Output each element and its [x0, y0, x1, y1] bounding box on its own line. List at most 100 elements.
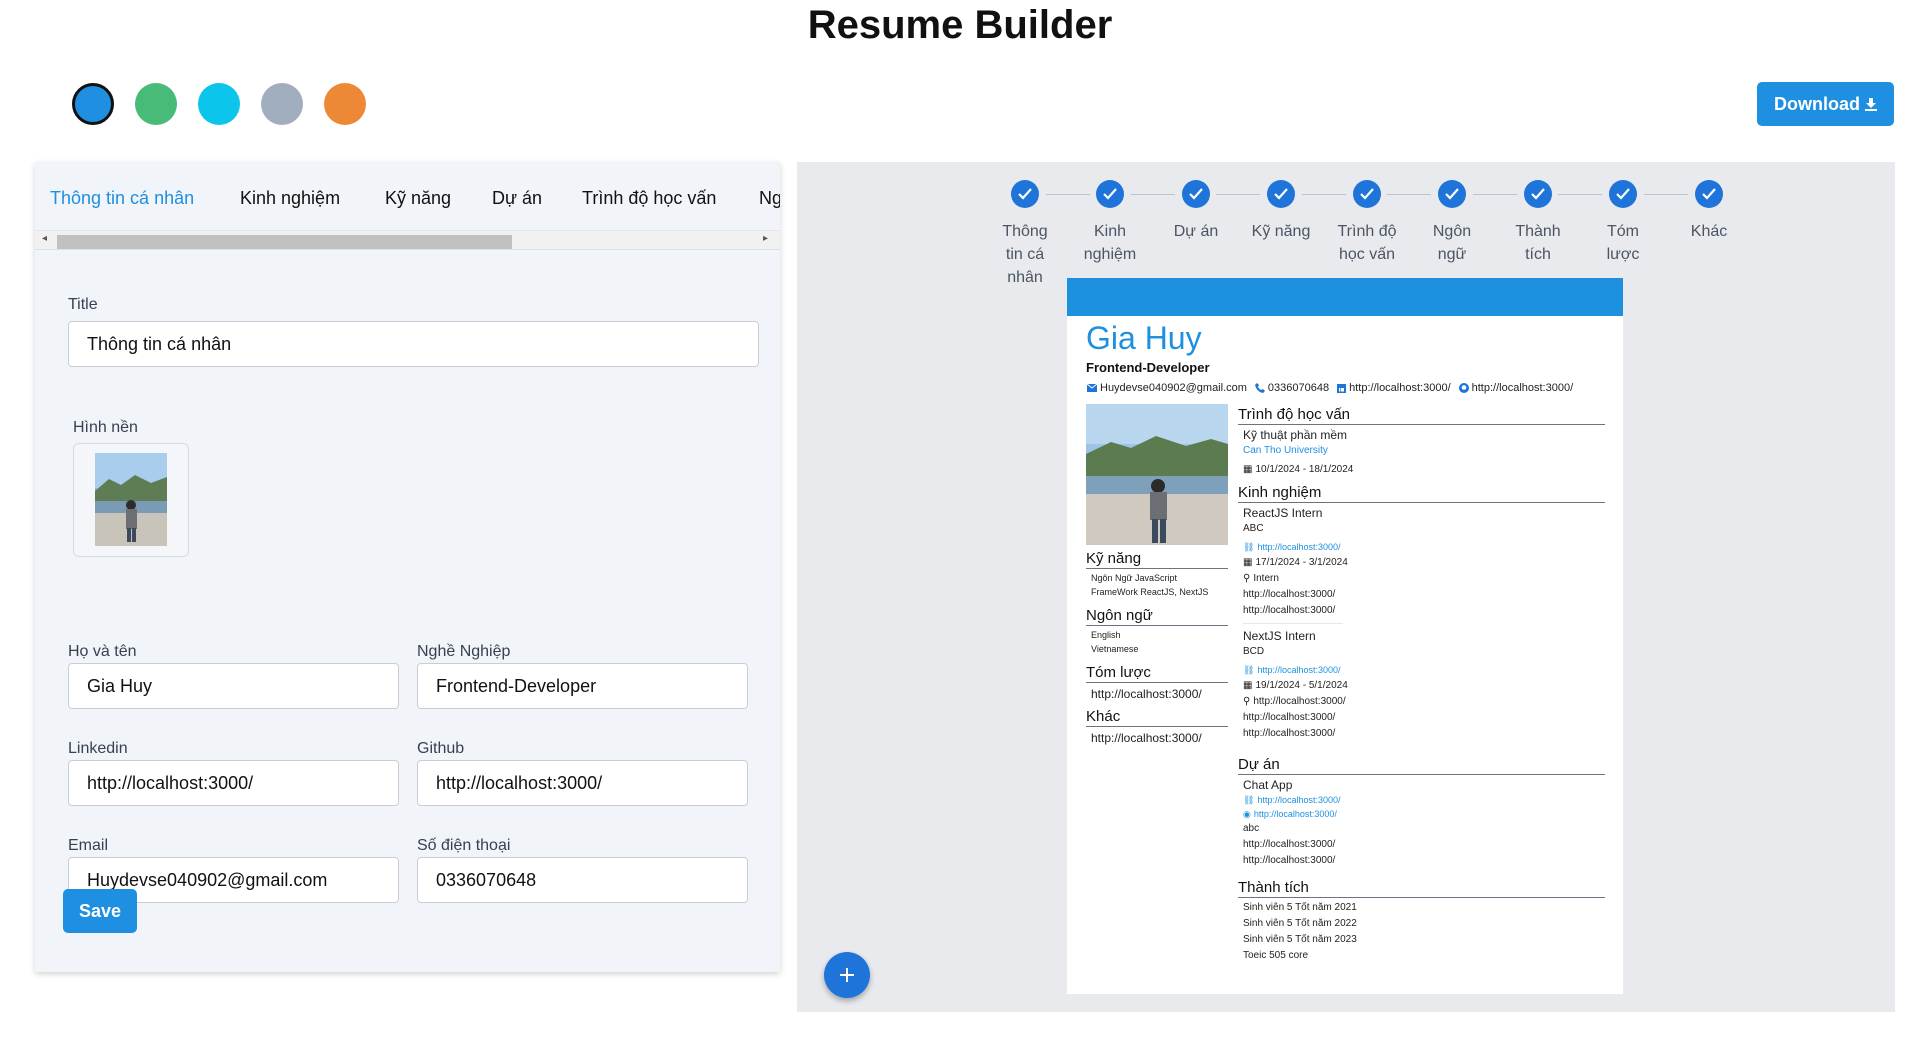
color-swatches	[72, 83, 366, 125]
step-other[interactable]: Khác	[1659, 180, 1759, 243]
experience-link[interactable]: http://localhost:3000/	[1257, 663, 1340, 677]
language-item: English	[1091, 630, 1121, 640]
tabs-scrollbar[interactable]: ◂ ▸	[35, 230, 780, 250]
skills-heading: Kỹ năng	[1086, 550, 1228, 569]
page-title: Resume Builder	[807, 3, 1113, 47]
location-icon: ⚲	[1243, 696, 1251, 707]
check-icon	[1011, 180, 1039, 208]
phone-input[interactable]: 0336070648	[417, 857, 748, 903]
experience-item: NextJS Intern BCD ⛓ http://localhost:3000…	[1238, 628, 1605, 742]
color-swatch-blue[interactable]	[72, 83, 114, 125]
experience-location: http://localhost:3000/	[1253, 696, 1346, 707]
language-item: Vietnamese	[1091, 644, 1139, 654]
experience-dates: 17/1/2024 - 3/1/2024	[1255, 557, 1348, 568]
download-button[interactable]: Download	[1757, 82, 1894, 126]
project-link[interactable]: http://localhost:3000/	[1254, 807, 1337, 821]
plus-icon	[840, 968, 854, 982]
other-heading: Khác	[1086, 708, 1228, 727]
education-major: Kỹ thuật phần mềm	[1243, 428, 1348, 442]
job-input[interactable]: Frontend-Developer	[417, 663, 748, 709]
tab-education[interactable]: Trình độ học vấn	[582, 188, 716, 209]
achievement-item: Sinh viên 5 Tốt năm 2023	[1243, 934, 1357, 945]
resume-contacts: Huydevse040902@gmail.com 0336070648 http…	[1087, 382, 1573, 394]
experience-line: http://localhost:3000/	[1243, 605, 1336, 616]
background-label: Hình nền	[73, 419, 138, 436]
github-icon	[1458, 383, 1469, 393]
step-experience[interactable]: Kinh nghiệm	[1060, 180, 1160, 266]
tab-projects[interactable]: Dự án	[492, 188, 542, 209]
calendar-icon: ▦	[1243, 557, 1253, 568]
check-icon	[1695, 180, 1723, 208]
resume-right-column: Trình độ học vấn Kỹ thuật phần mềm Can T…	[1238, 406, 1605, 970]
step-summary[interactable]: Tóm lược	[1573, 180, 1673, 266]
project-desc: abc	[1243, 823, 1260, 834]
experience-location: Intern	[1253, 573, 1279, 584]
experience-company: BCD	[1243, 646, 1265, 657]
linkedin-input[interactable]: http://localhost:3000/	[68, 760, 399, 806]
section-tabs: Thông tin cá nhân Kinh nghiệm Kỹ năng Dự…	[35, 162, 780, 252]
projects-heading: Dự án	[1238, 756, 1605, 775]
achievement-item: Sinh viên 5 Tốt năm 2021	[1243, 902, 1357, 913]
resume-linkedin: http://localhost:3000/	[1349, 382, 1451, 394]
link-icon: ⛓	[1243, 665, 1255, 675]
project-item: Chat App ⛓ http://localhost:3000/ ◉ http:/…	[1238, 777, 1605, 869]
color-swatch-gray[interactable]	[261, 83, 303, 125]
languages-heading: Ngôn ngữ	[1086, 607, 1228, 626]
add-section-button[interactable]	[824, 952, 870, 998]
education-dates: 10/1/2024 - 18/1/2024	[1255, 464, 1354, 475]
color-swatch-green[interactable]	[135, 83, 177, 125]
linkedin-label: Linkedin	[68, 740, 128, 757]
job-label: Nghề Nghiệp	[417, 643, 511, 660]
summary-heading: Tóm lược	[1086, 664, 1228, 683]
experience-heading: Kinh nghiệm	[1238, 484, 1605, 503]
resume-header-bar	[1067, 278, 1623, 316]
summary-text: http://localhost:3000/	[1091, 687, 1202, 701]
color-swatch-orange[interactable]	[324, 83, 366, 125]
step-languages[interactable]: Ngôn ngữ	[1402, 180, 1502, 266]
check-icon	[1524, 180, 1552, 208]
tab-skills[interactable]: Kỹ năng	[385, 188, 451, 209]
link-icon: ⛓	[1243, 795, 1255, 805]
tab-experience[interactable]: Kinh nghiệm	[240, 188, 340, 209]
achievement-item: Sinh viên 5 Tốt năm 2022	[1243, 918, 1357, 929]
experience-link[interactable]: http://localhost:3000/	[1257, 540, 1340, 554]
experience-company: ABC	[1243, 523, 1264, 534]
skill-item: Ngôn Ngữ JavaScript	[1091, 573, 1178, 583]
calendar-icon: ▦	[1243, 680, 1253, 691]
education-heading: Trình độ học vấn	[1238, 406, 1605, 425]
download-label: Download	[1774, 93, 1860, 114]
scroll-thumb[interactable]	[57, 235, 512, 249]
resume-job: Frontend-Developer	[1086, 360, 1210, 375]
experience-dates: 19/1/2024 - 5/1/2024	[1255, 680, 1348, 691]
github-input[interactable]: http://localhost:3000/	[417, 760, 748, 806]
education-school[interactable]: Can Tho University	[1238, 443, 1605, 459]
skill-item: FrameWork ReactJS, NextJS	[1091, 587, 1209, 597]
title-input[interactable]: Thông tin cá nhân	[68, 321, 759, 367]
achievements-heading: Thành tích	[1238, 879, 1605, 898]
check-icon	[1609, 180, 1637, 208]
project-link[interactable]: http://localhost:3000/	[1257, 793, 1340, 807]
linkedin-icon	[1337, 383, 1347, 393]
github-label: Github	[417, 740, 465, 757]
resume-email: Huydevse040902@gmail.com	[1100, 382, 1247, 394]
step-skills[interactable]: Kỹ năng	[1231, 180, 1331, 243]
save-button[interactable]: Save	[63, 889, 137, 933]
resume-photo	[1086, 404, 1228, 545]
resume-github: http://localhost:3000/	[1471, 382, 1574, 394]
scroll-left-icon[interactable]: ◂	[42, 233, 47, 244]
experience-role: NextJS Intern	[1243, 629, 1316, 643]
calendar-icon: ▦	[1243, 464, 1253, 475]
fullname-input[interactable]: Gia Huy	[68, 663, 399, 709]
background-image-upload[interactable]	[73, 443, 189, 557]
scroll-right-icon[interactable]: ▸	[763, 233, 768, 244]
experience-line: http://localhost:3000/	[1243, 712, 1336, 723]
experience-line: http://localhost:3000/	[1243, 728, 1336, 739]
resume-preview: Gia Huy Frontend-Developer Huydevse04090…	[1067, 278, 1623, 994]
color-swatch-cyan[interactable]	[198, 83, 240, 125]
project-line: http://localhost:3000/	[1243, 855, 1336, 866]
check-icon	[1182, 180, 1210, 208]
location-icon: ⚲	[1243, 573, 1251, 584]
project-line: http://localhost:3000/	[1243, 839, 1336, 850]
tab-languages[interactable]: Ng	[759, 188, 780, 209]
tab-personal-info[interactable]: Thông tin cá nhân	[50, 188, 194, 209]
